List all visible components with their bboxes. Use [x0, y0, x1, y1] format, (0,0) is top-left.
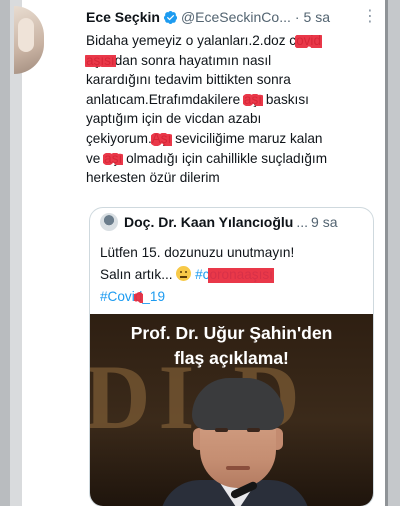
- hashtag-link[interactable]: #coronaaşısı: [195, 267, 275, 283]
- verified-badge-icon: [163, 10, 178, 25]
- redaction-mark: Aşı: [150, 129, 172, 149]
- tweet-text-line: seviciliğime maruz kalan: [175, 130, 323, 146]
- tweet-header: Ece Seçkin @EceSeckinCo... · 5 sa ⋮: [86, 6, 378, 28]
- tweet[interactable]: Ece Seçkin @EceSeckinCo... · 5 sa ⋮ Bida…: [85, 6, 378, 188]
- quoted-header-separator: ...: [296, 214, 309, 230]
- tweet-text: Bidaha yemeyiz o yalanları.2.doz covid a…: [85, 31, 378, 188]
- quoted-author-avatar[interactable]: [100, 213, 118, 231]
- quoted-author-name[interactable]: Doç. Dr. Kaan Yılancıoğlu: [124, 214, 293, 230]
- author-handle[interactable]: @EceSeckinCo...: [181, 9, 291, 25]
- portrait-eye: [215, 428, 228, 432]
- more-options-icon[interactable]: ⋮: [362, 9, 378, 25]
- image-headline-line-1: Prof. Dr. Uğur Şahin'den: [130, 323, 333, 343]
- tweet-text-line: olmadığı için cahillikle suçladığım: [126, 150, 328, 166]
- redaction-mark: oronaaşısı: [208, 264, 275, 286]
- left-background-inner: [10, 0, 22, 506]
- tweet-text-line: herkesten özür dilerim: [86, 170, 220, 186]
- redaction-mark: aşı: [103, 149, 124, 169]
- image-headline-line-2: flaş açıklama!: [174, 348, 289, 368]
- header-separator: ·: [294, 9, 300, 25]
- hashtag-link[interactable]: #Covid_19: [100, 289, 166, 305]
- quoted-text-line: Lütfen 15. dozunuzu unutmayın!: [100, 245, 295, 260]
- quoted-tweet-header: Doç. Dr. Kaan Yılancıoğlu ... 9 sa: [90, 208, 373, 236]
- hashtag-text: #c: [195, 267, 210, 282]
- redaction-mark: ovid: [295, 31, 322, 51]
- portrait-eye: [247, 428, 260, 432]
- avatar-face: [18, 18, 34, 52]
- quoted-timestamp[interactable]: 9 sa: [311, 214, 337, 230]
- tweet-text-line: dan sonra hayatımın nasıl: [114, 52, 272, 68]
- portrait-mouth: [226, 466, 250, 470]
- redaction-mark: aşı: [242, 90, 264, 110]
- right-background-panel: [388, 0, 400, 506]
- tweet-text-line: baskısı: [265, 91, 309, 107]
- tweet-text-line: anlatıcam.Etrafımdakilere: [86, 91, 241, 107]
- hashtag-text-end: _19: [142, 289, 166, 304]
- tweet-text-line: çekiyorum.: [86, 130, 152, 146]
- left-background-panel: [0, 0, 22, 506]
- hashtag-text: #Covi: [100, 289, 135, 304]
- portrait-hair: [192, 378, 284, 430]
- author-name[interactable]: Ece Seçkin: [86, 9, 160, 25]
- tweet-text-line: karardığını tedavim bittikten sonra: [86, 72, 291, 88]
- tweet-text-line: Bidaha yemeyiz o yalanları.2.doz c: [86, 33, 297, 48]
- quoted-tweet[interactable]: Doç. Dr. Kaan Yılancıoğlu ... 9 sa Lütfe…: [89, 207, 374, 506]
- tweet-timestamp[interactable]: 5 sa: [304, 9, 330, 25]
- neutral-face-emoji-icon: [176, 266, 192, 281]
- redaction-mark: d: [133, 286, 143, 308]
- author-avatar[interactable]: [14, 6, 44, 74]
- quoted-text-line: Salın artık...: [100, 267, 173, 282]
- tweet-text-line: yaptığım için de vicdan azabı: [86, 111, 262, 127]
- redaction-mark: aşısı: [85, 51, 116, 71]
- image-person-portrait: [160, 376, 310, 506]
- tweet-text-line: ve: [86, 150, 101, 166]
- quoted-tweet-image[interactable]: DI D Prof. Dr. Uğur Şahin'den flaş açıkl…: [90, 314, 373, 506]
- quoted-tweet-text: Lütfen 15. dozunuzu unutmayın! Salın art…: [90, 236, 373, 308]
